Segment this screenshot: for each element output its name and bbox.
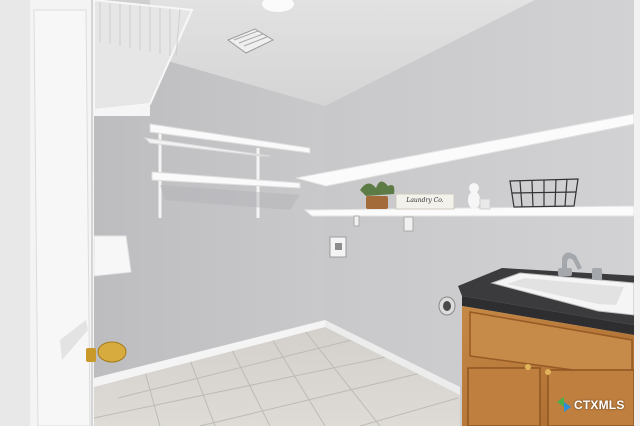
small-wall-shelf: [93, 235, 132, 277]
washer-box: [329, 236, 347, 258]
door-frame-edge: [634, 0, 640, 426]
laundry-sign-text: Laundry Co.: [406, 197, 444, 204]
watermark-text: CTXMLS: [574, 398, 625, 412]
laundry-room-photo: Laundry Co. CTXMLS: [0, 0, 640, 426]
mls-watermark: CTXMLS: [556, 397, 625, 413]
small-switch: [353, 215, 360, 227]
electrical-outlet: [403, 216, 414, 232]
dryer-vent: [438, 296, 456, 316]
laundry-room-illustration: [0, 0, 640, 426]
